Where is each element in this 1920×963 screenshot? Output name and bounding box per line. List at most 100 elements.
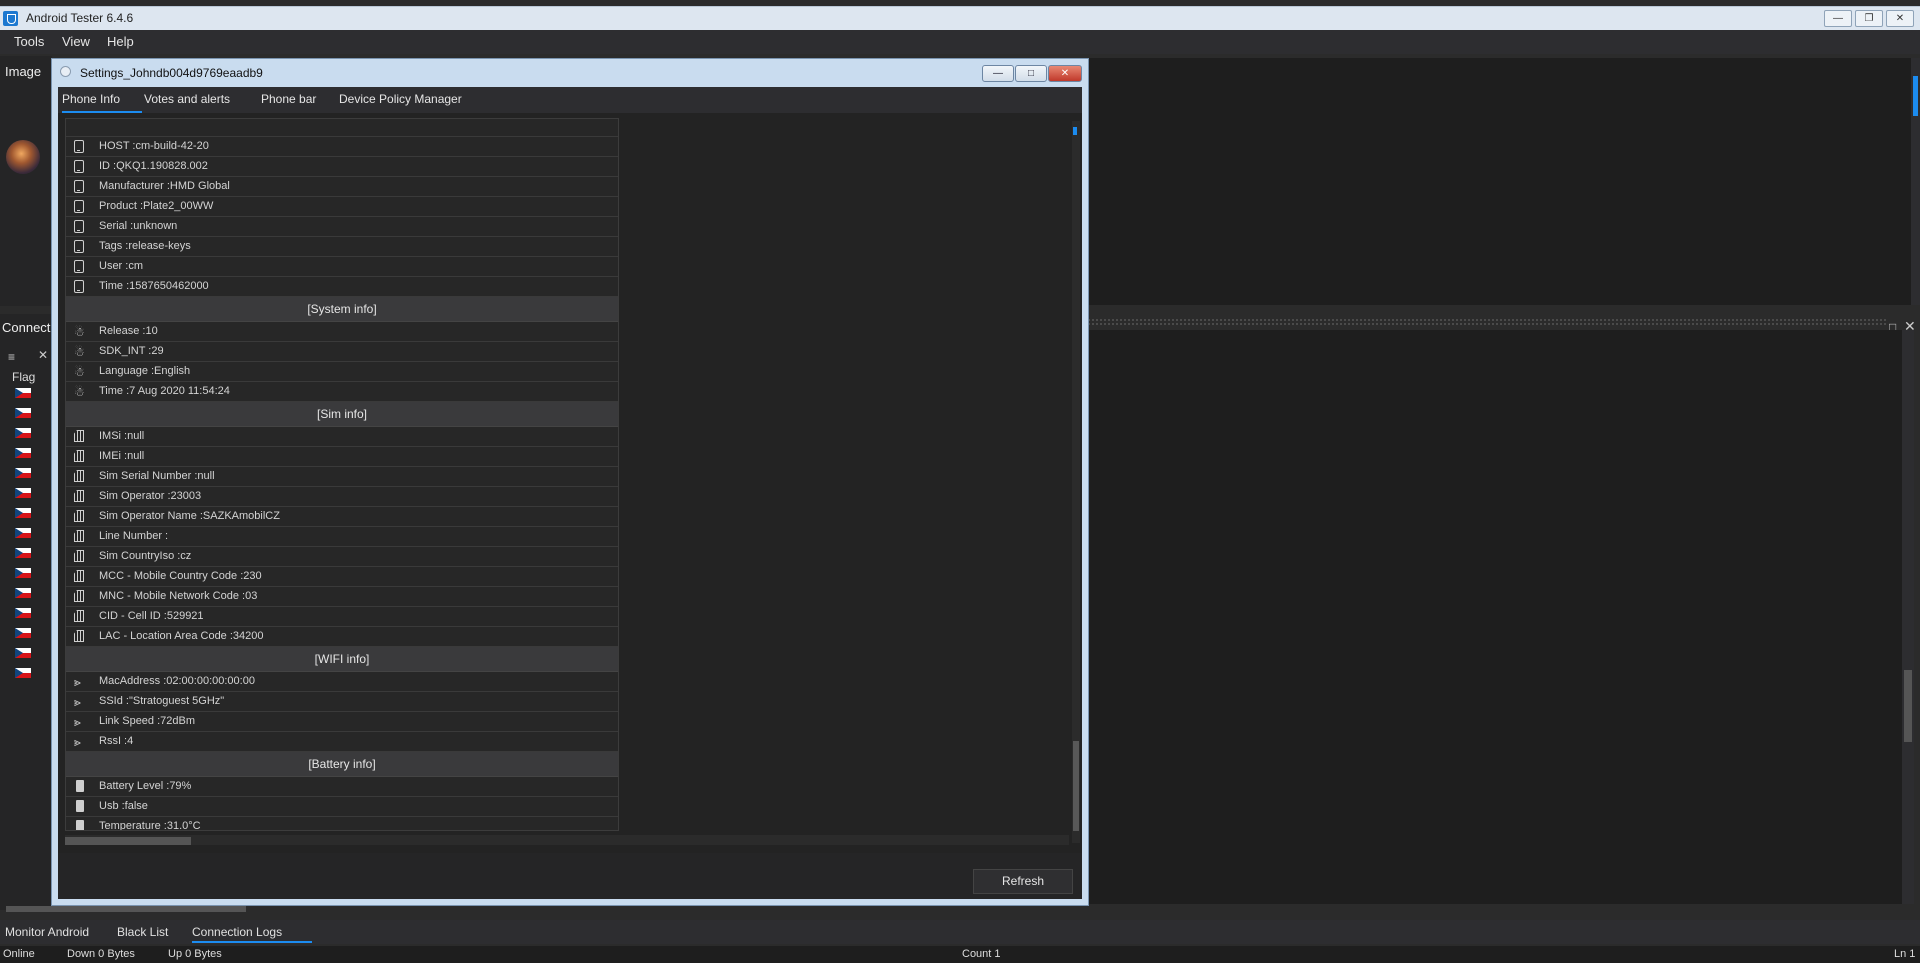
list-top-spacer bbox=[66, 119, 618, 137]
info-row[interactable]: Product :Plate2_00WW bbox=[66, 197, 618, 217]
info-row[interactable]: ⪢ RssI :4 bbox=[66, 732, 618, 752]
info-row[interactable]: ⪢ MacAddress :02:00:00:00:00:00 bbox=[66, 672, 618, 692]
minimize-button[interactable]: — bbox=[1824, 10, 1852, 27]
info-row[interactable]: ☃ SDK_INT :29 bbox=[66, 342, 618, 362]
phone-info-horizontal-scrollbar[interactable] bbox=[65, 835, 1069, 845]
window-controls: — ❐ ✕ bbox=[1824, 10, 1914, 27]
wifi-icon: ⪢ bbox=[74, 695, 81, 709]
dock-grip[interactable] bbox=[1087, 318, 1887, 326]
tab-phone-bar[interactable]: Phone bar bbox=[261, 92, 316, 113]
info-row-text: HOST :cm-build-42-20 bbox=[99, 140, 209, 152]
info-row[interactable]: Sim Operator :23003 bbox=[66, 487, 618, 507]
phone-info-list: HOST :cm-build-42-20 ID :QKQ1.190828.002 M… bbox=[65, 118, 619, 831]
wifi-icon: ⪢ bbox=[74, 675, 81, 689]
dialog-gear-icon bbox=[60, 66, 71, 77]
info-row[interactable]: Usb :false bbox=[66, 797, 618, 817]
restore-button[interactable]: ❐ bbox=[1855, 10, 1883, 27]
app-shield-icon bbox=[3, 11, 18, 26]
sim-icon bbox=[74, 490, 84, 502]
app-titlebar: Android Tester 6.4.6 — ❐ ✕ bbox=[0, 6, 1920, 30]
image-thumbnail[interactable] bbox=[6, 140, 40, 174]
close-button[interactable]: ✕ bbox=[1886, 10, 1914, 27]
clear-icon[interactable]: ✕ bbox=[38, 348, 48, 362]
dialog-maximize-button[interactable]: □ bbox=[1015, 65, 1047, 82]
czech-flag-icon bbox=[15, 628, 31, 638]
info-row-text: Sim Operator Name :SAZKAmobilCZ bbox=[99, 510, 280, 522]
menu-tools[interactable]: Tools bbox=[14, 30, 44, 54]
android-icon: ☃ bbox=[74, 365, 85, 379]
android-icon: ☃ bbox=[74, 325, 85, 339]
info-row[interactable]: Sim Serial Number :null bbox=[66, 467, 618, 487]
refresh-button[interactable]: Refresh bbox=[973, 869, 1073, 894]
sim-icon bbox=[74, 570, 84, 582]
info-row[interactable]: Battery Level :79% bbox=[66, 777, 618, 797]
info-row-text: Sim Serial Number :null bbox=[99, 470, 215, 482]
czech-flag-icon bbox=[15, 568, 31, 578]
info-row-text: Tags :release-keys bbox=[99, 240, 191, 252]
info-row[interactable]: Sim CountryIso :cz bbox=[66, 547, 618, 567]
sort-icon[interactable]: ≡ bbox=[8, 350, 15, 364]
info-row[interactable]: ⪢ Link Speed :72dBm bbox=[66, 712, 618, 732]
info-row[interactable]: ⪢ SSId :"Stratoguest 5GHz" bbox=[66, 692, 618, 712]
status-line: Ln 1 bbox=[1894, 948, 1916, 960]
czech-flag-icon bbox=[15, 388, 31, 398]
tab-black-list[interactable]: Black List bbox=[117, 923, 168, 943]
tab-votes-and-alerts[interactable]: Votes and alerts bbox=[144, 92, 230, 113]
info-row[interactable]: LAC - Location Area Code :34200 bbox=[66, 627, 618, 647]
flag-column-header[interactable]: Flag bbox=[12, 370, 35, 384]
dialog-close-button[interactable]: ✕ bbox=[1048, 65, 1082, 82]
battery-icon bbox=[76, 820, 84, 830]
info-row[interactable]: HOST :cm-build-42-20 bbox=[66, 137, 618, 157]
info-row[interactable]: ☃ Language :English bbox=[66, 362, 618, 382]
connection-horizontal-scrollbar[interactable] bbox=[6, 906, 246, 912]
phone-icon bbox=[74, 280, 84, 293]
info-row[interactable]: IMSi :null bbox=[66, 427, 618, 447]
scrollbar-thumb[interactable] bbox=[1913, 76, 1918, 116]
info-row-text: MacAddress :02:00:00:00:00:00 bbox=[99, 675, 255, 687]
android-icon: ☃ bbox=[74, 385, 85, 399]
image-viewer-scrollbar[interactable] bbox=[1911, 58, 1920, 305]
sim-icon bbox=[74, 430, 84, 442]
scrollbar-thumb[interactable] bbox=[1904, 670, 1912, 742]
info-row[interactable]: Tags :release-keys bbox=[66, 237, 618, 257]
phone-info-vertical-scrollbar[interactable] bbox=[1072, 121, 1080, 843]
sim-icon bbox=[74, 610, 84, 622]
czech-flag-icon bbox=[15, 648, 31, 658]
info-row[interactable]: Time :1587650462000 bbox=[66, 277, 618, 297]
info-row-text: LAC - Location Area Code :34200 bbox=[99, 630, 264, 642]
status-upload: Up 0 Bytes bbox=[168, 948, 222, 960]
tab-connection-logs[interactable]: Connection Logs bbox=[192, 923, 312, 943]
info-row[interactable]: Line Number : bbox=[66, 527, 618, 547]
tab-monitor-android[interactable]: Monitor Android bbox=[5, 923, 89, 943]
menu-view[interactable]: View bbox=[62, 30, 90, 54]
info-row[interactable]: MCC - Mobile Country Code :230 bbox=[66, 567, 618, 587]
info-row-text: Serial :unknown bbox=[99, 220, 178, 232]
info-row[interactable]: IMEi :null bbox=[66, 447, 618, 467]
bottom-tab-bar: Monitor Android Black List Connection Lo… bbox=[0, 920, 1920, 944]
tab-phone-info[interactable]: Phone Info bbox=[62, 92, 142, 113]
scrollbar-thumb[interactable] bbox=[1073, 741, 1079, 831]
tab-device-policy-manager[interactable]: Device Policy Manager bbox=[339, 92, 462, 113]
info-row-text: MNC - Mobile Network Code :03 bbox=[99, 590, 258, 602]
czech-flag-icon bbox=[15, 548, 31, 558]
info-row[interactable]: Temperature :31.0°C bbox=[66, 817, 618, 830]
info-row[interactable]: ☃ Release :10 bbox=[66, 322, 618, 342]
wifi-info-header: [WIFI info] bbox=[66, 647, 618, 672]
info-row[interactable]: CID - Cell ID :529921 bbox=[66, 607, 618, 627]
info-row-text: Battery Level :79% bbox=[99, 780, 192, 792]
dialog-minimize-button[interactable]: — bbox=[982, 65, 1014, 82]
info-row[interactable]: ☃ Time :7 Aug 2020 11:54:24 bbox=[66, 382, 618, 402]
dialog-body: Phone Info Votes and alerts Phone bar De… bbox=[58, 87, 1082, 899]
info-row[interactable]: ID :QKQ1.190828.002 bbox=[66, 157, 618, 177]
info-row[interactable]: MNC - Mobile Network Code :03 bbox=[66, 587, 618, 607]
info-row[interactable]: Sim Operator Name :SAZKAmobilCZ bbox=[66, 507, 618, 527]
menu-help[interactable]: Help bbox=[107, 30, 134, 54]
info-row[interactable]: Manufacturer :HMD Global bbox=[66, 177, 618, 197]
info-row[interactable]: User :cm bbox=[66, 257, 618, 277]
connection-log-scrollbar[interactable] bbox=[1902, 330, 1914, 904]
sim-icon bbox=[74, 470, 84, 482]
sim-icon bbox=[74, 450, 84, 462]
info-row[interactable]: Serial :unknown bbox=[66, 217, 618, 237]
czech-flag-icon bbox=[15, 448, 31, 458]
scrollbar-thumb[interactable] bbox=[65, 837, 191, 845]
